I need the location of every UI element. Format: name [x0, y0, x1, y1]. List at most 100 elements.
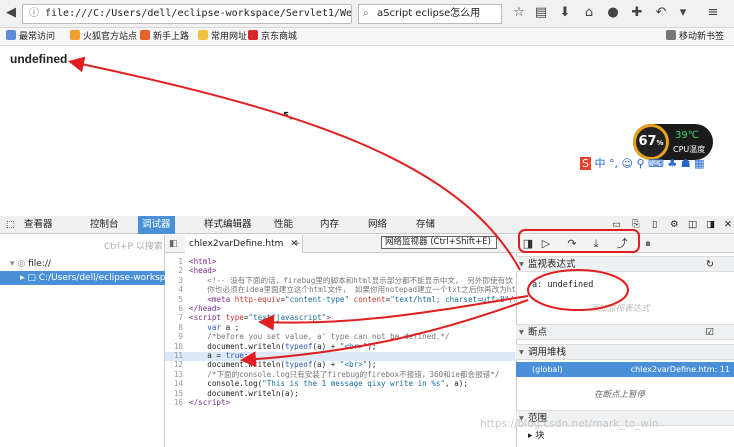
back-icon[interactable]: ◀ — [4, 6, 18, 20]
code-line[interactable]: 5 <meta http-equiv="content-type" conten… — [165, 295, 515, 305]
code-line[interactable]: 2 <head> — [165, 267, 515, 276]
dropdown-icon[interactable]: ▾ — [676, 6, 690, 20]
code-line[interactable]: 15 document.writeln(a); — [165, 389, 515, 399]
tree-root[interactable]: ▾ ◎ file:// — [10, 259, 51, 269]
pause-on-exception-icon[interactable]: ⏸ — [640, 237, 656, 251]
callstack-section-title: 调用堆栈 — [528, 347, 567, 358]
breakpoints-checkbox[interactable]: ☑ — [705, 325, 714, 340]
screenshot-icon[interactable]: ⎘ — [628, 216, 644, 234]
line-number[interactable]: 6 — [165, 304, 183, 314]
toggle-sources-icon[interactable]: ◧ — [169, 235, 178, 253]
ime-toolbar[interactable]: S 中 °, ☺ ⚲ ⌨ ♣ ☗ ▦ — [580, 156, 720, 172]
code-editor[interactable]: 1 <html> 2 <head> 3 <!-- 没有下面的话，firebug里的脚本和… — [165, 254, 515, 447]
code-line[interactable]: 13 /*下面的console.log只有安装了firebug的firebox不… — [165, 370, 515, 380]
dock-side-icon[interactable]: ◨ — [702, 216, 719, 234]
code-line[interactable]: 6 </head> — [165, 304, 515, 314]
split-console-icon[interactable]: ◫ — [684, 216, 701, 234]
line-number[interactable]: 10 — [165, 342, 183, 352]
line-number[interactable]: 9 — [165, 333, 183, 342]
line-number[interactable]: 13 — [165, 370, 183, 380]
resume-icon[interactable]: ▷ — [538, 237, 554, 251]
code-text: a = true; — [189, 351, 249, 360]
tab-performance-label: 性能 — [274, 219, 294, 230]
bookmark-item[interactable]: 新手上路 — [140, 28, 189, 46]
line-number[interactable]: 14 — [165, 380, 183, 389]
refresh-icon[interactable]: ↻ — [706, 257, 714, 272]
step-out-icon[interactable]: ⤴ — [614, 237, 630, 251]
cpu-temperature-widget[interactable]: 67% 39℃ CPU温度 — [633, 124, 713, 160]
line-number[interactable]: 8 — [165, 323, 183, 333]
network-tooltip: 网络监视器 (Ctrl+Shift+E) — [381, 236, 497, 249]
code-line[interactable]: 12 document.writeln(typeof(a) + "<br>"); — [165, 361, 515, 370]
line-number[interactable]: 3 — [165, 276, 183, 286]
line-number[interactable]: 4 — [165, 286, 183, 295]
add-watch-input[interactable]: 添加监视表达式 — [590, 302, 650, 314]
close-devtools-icon[interactable]: ✕ — [720, 216, 734, 234]
code-line[interactable]: 1 <html> — [165, 257, 515, 267]
tab-console[interactable]: 控制台 — [86, 216, 123, 234]
tab-memory[interactable]: 内存 — [316, 216, 343, 234]
source-file-tab[interactable]: chlex2varDefine.htm ✕ — [185, 235, 303, 253]
bookmark-item[interactable]: 京东商城 — [248, 28, 297, 46]
dock-icon[interactable]: ▭ — [608, 216, 625, 234]
tab-storage[interactable]: 存储 — [412, 216, 439, 234]
reader-icon[interactable]: ▤ — [534, 6, 548, 20]
undo-icon[interactable]: ↶ — [654, 6, 668, 20]
sources-search-input[interactable]: Ctrl+P 以搜索 — [104, 239, 163, 252]
debugger-controls: ◨ ▷ ↷ ⤓ ⤴ ⏸ — [516, 235, 734, 253]
puzzle-icon[interactable]: ✚ — [630, 6, 644, 20]
code-line[interactable]: 14 console.log("This is the 1 message qi… — [165, 379, 515, 389]
line-number[interactable]: 2 — [165, 267, 183, 276]
search-bar[interactable]: ⌕ aScript eclipse怎么用 — [358, 4, 502, 24]
code-line[interactable]: 11 a = true; — [165, 351, 515, 361]
code-line[interactable]: 9 /*before you set value, a' type can no… — [165, 332, 515, 342]
call-stack-frame[interactable]: (global) chlex2varDefine.htm: 11 — [516, 362, 734, 377]
tab-style-editor[interactable]: 样式编辑器 — [200, 216, 256, 234]
line-number[interactable]: 1 — [165, 257, 183, 267]
line-number[interactable]: 15 — [165, 389, 183, 399]
home-icon[interactable]: ⌂ — [582, 6, 596, 20]
code-line[interactable]: 7 <script type="text/javascript"> — [165, 314, 515, 323]
settings-gear-icon[interactable]: ⚙ — [666, 216, 683, 234]
tree-folder-selected[interactable]: ▸ ▢ C:/Users/dell/eclipse-workspace — [0, 271, 165, 285]
bookmark-icon — [666, 30, 676, 40]
code-line[interactable]: 8 var a ; — [165, 323, 515, 333]
toggle-pane-icon[interactable]: ◨ — [520, 237, 536, 251]
sogou-icon: S — [580, 157, 591, 170]
tab-style-editor-label: 样式编辑器 — [204, 219, 252, 230]
bookmark-item[interactable]: 移动新书签 — [666, 28, 724, 46]
bookmark-star-icon[interactable]: ☆ — [512, 6, 526, 20]
tab-network[interactable]: 网络 — [364, 216, 391, 234]
line-number[interactable]: 7 — [165, 314, 183, 323]
tree-folder-label: C:/Users/dell/eclipse-workspace — [38, 273, 165, 283]
line-number[interactable]: 5 — [165, 295, 183, 305]
responsive-icon[interactable]: ▯ — [648, 216, 661, 234]
breakpoints-section-header[interactable]: 断点 ☑ — [516, 324, 734, 340]
inspector-pick-icon[interactable]: ⬚ — [2, 216, 19, 234]
watch-section-header[interactable]: 监视表达式 ↻ — [516, 256, 734, 272]
code-line[interactable]: 10 document.writeln(typeof(a) + "<br>"); — [165, 342, 515, 352]
watch-entry[interactable]: a: undefined — [532, 280, 593, 290]
download-icon[interactable]: ⬇ — [558, 6, 572, 20]
code-line[interactable]: 16 </script> — [165, 398, 515, 408]
code-line[interactable]: 4 你也必须在idea里面建立这个html文件， 如果你用notepad建立一个… — [165, 285, 515, 295]
step-over-icon[interactable]: ↷ — [564, 237, 580, 251]
callstack-section-header[interactable]: 调用堆栈 — [516, 344, 734, 360]
line-number[interactable]: 16 — [165, 398, 183, 408]
menu-icon[interactable]: ≡ — [706, 6, 720, 20]
tab-inspector[interactable]: 查看器 — [20, 216, 57, 234]
tab-performance[interactable]: 性能 — [270, 216, 297, 234]
chat-icon[interactable]: ● — [606, 6, 620, 20]
line-number[interactable]: 12 — [165, 361, 183, 370]
breakpoints-section-title: 断点 — [528, 327, 548, 338]
url-bar[interactable]: ⓘ file:///C:/Users/dell/eclipse-workspac… — [22, 4, 352, 24]
step-in-icon[interactable]: ⤓ — [588, 237, 604, 251]
line-number[interactable]: 11 — [165, 351, 183, 361]
add-tab-icon[interactable]: + — [293, 235, 301, 253]
bookmark-item[interactable]: 火狐官方站点 — [70, 28, 137, 46]
tab-debugger[interactable]: 调试器 — [138, 216, 175, 234]
info-icon[interactable]: ⓘ — [29, 5, 39, 23]
tree-root-label: file:// — [28, 259, 51, 269]
bookmark-item[interactable]: 最常访问 — [6, 28, 55, 46]
bookmark-item[interactable]: 常用网址 — [198, 28, 247, 46]
